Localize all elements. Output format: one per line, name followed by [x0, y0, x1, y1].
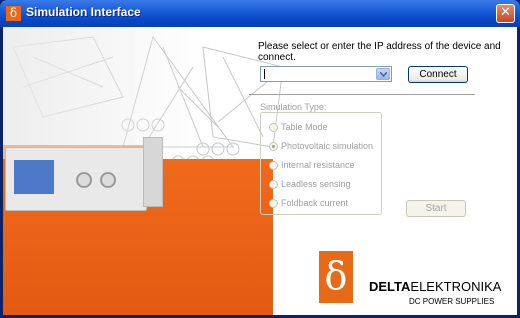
radio-circle	[269, 161, 278, 170]
device-handle	[143, 137, 163, 207]
power-supply-image	[5, 147, 147, 211]
connection-prompt: Please select or enter the IP address of…	[258, 41, 501, 63]
close-button[interactable]: ✕	[496, 4, 515, 23]
device-knob	[76, 172, 92, 188]
close-icon: ✕	[500, 5, 511, 20]
device-display	[14, 160, 54, 194]
brand-name: DELTAELEKTRONIKA	[369, 279, 501, 294]
radio-label: Photovoltaic simulation	[281, 141, 374, 151]
background-illustration	[3, 27, 293, 315]
device-knob	[100, 172, 116, 188]
ip-address-input[interactable]	[263, 67, 373, 81]
brand-name-bold: DELTA	[369, 279, 411, 294]
connect-button[interactable]: Connect	[408, 66, 468, 83]
logo-glyph: δ	[324, 254, 348, 298]
window-title: Simulation Interface	[26, 5, 141, 19]
main-window: δ Simulation Interface ✕ Please select o…	[0, 0, 520, 318]
start-button[interactable]: Start	[406, 200, 466, 217]
simulation-type-group: Table Mode Photovoltaic simulation Inter…	[260, 112, 382, 215]
radio-label: Internal resistance	[281, 160, 355, 170]
brand-subtitle: DC POWER SUPPLIES	[409, 297, 495, 306]
radio-label: Leadless sensing	[281, 179, 351, 189]
delta-logo-icon: δ	[319, 251, 353, 303]
ip-address-combo[interactable]	[260, 66, 392, 82]
client-area: Please select or enter the IP address of…	[3, 27, 517, 315]
chevron-down-icon	[380, 72, 387, 77]
dropdown-button[interactable]	[376, 68, 390, 80]
title-bar[interactable]: δ Simulation Interface ✕	[0, 0, 520, 27]
radio-label: Table Mode	[281, 122, 328, 132]
radio-circle	[269, 142, 278, 151]
divider	[249, 94, 475, 95]
simulation-type-label: Simulation Type:	[260, 102, 327, 112]
delta-icon: δ	[6, 6, 21, 21]
text-cursor	[264, 69, 265, 79]
radio-circle	[269, 123, 278, 132]
radio-selected-dot	[272, 145, 275, 148]
radio-label: Foldback current	[281, 198, 349, 208]
brand-name-rest: ELEKTRONIKA	[410, 279, 502, 294]
radio-circle	[269, 180, 278, 189]
radio-circle	[269, 199, 278, 208]
